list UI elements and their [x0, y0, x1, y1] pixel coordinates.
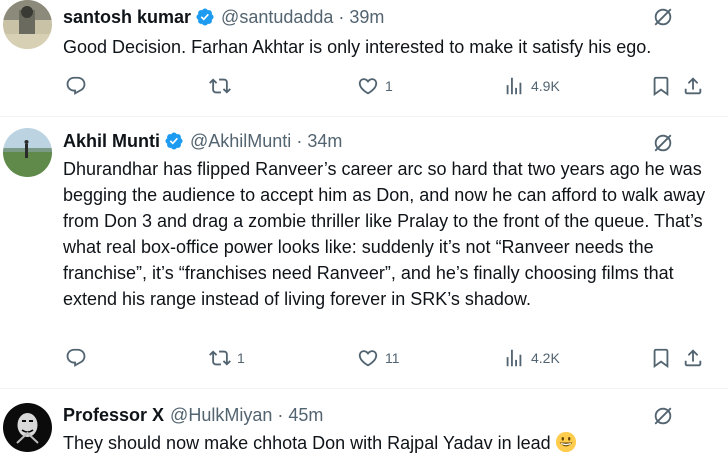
tweet-actions: 1 4.9K: [63, 72, 728, 100]
tweet-header: Akhil Munti @AkhilMunti · 34m: [63, 128, 728, 154]
grinning-face-emoji: [555, 431, 576, 453]
avatar[interactable]: [3, 0, 52, 49]
like-count: 1: [385, 78, 393, 94]
bookmark-button[interactable]: [650, 344, 672, 372]
share-icon: [682, 75, 704, 97]
share-button[interactable]: [682, 72, 704, 100]
grok-icon[interactable]: [652, 405, 674, 427]
bookmark-button[interactable]: [650, 72, 672, 100]
avatar[interactable]: [3, 403, 52, 452]
tweet-actions: 1 11 4.2K: [63, 344, 728, 372]
views-button[interactable]: 4.9K: [503, 72, 560, 100]
share-button[interactable]: [682, 344, 704, 372]
tweet-header: santosh kumar @santudadda · 39m: [63, 4, 728, 30]
reply-icon: [65, 347, 87, 369]
bookmark-icon: [650, 347, 672, 369]
verified-badge-icon[interactable]: [195, 7, 215, 27]
repost-button[interactable]: 1: [209, 344, 245, 372]
grok-icon[interactable]: [652, 132, 674, 154]
tweet-text: Dhurandhar has flipped Ranveer’s career …: [63, 159, 706, 309]
tweet-card[interactable]: Professor X @HulkMiyan · 45m They should…: [0, 388, 728, 471]
author-handle[interactable]: @santudadda: [221, 7, 333, 28]
like-button[interactable]: 1: [357, 72, 393, 100]
tweet-card[interactable]: santosh kumar @santudadda · 39m Good Dec…: [0, 0, 728, 117]
author-name[interactable]: Professor X: [63, 405, 164, 426]
heart-icon: [357, 347, 379, 369]
view-count: 4.9K: [531, 78, 560, 94]
reply-button[interactable]: [65, 344, 87, 372]
separator: ·: [296, 130, 303, 151]
avatar[interactable]: [3, 128, 52, 177]
views-chart-icon: [503, 75, 525, 97]
author-name[interactable]: Akhil Munti: [63, 131, 160, 152]
views-button[interactable]: 4.2K: [503, 344, 560, 372]
heart-icon: [357, 75, 379, 97]
repost-count: 1: [237, 350, 245, 366]
timestamp[interactable]: 34m: [307, 131, 342, 152]
separator: ·: [277, 404, 284, 425]
timestamp[interactable]: 39m: [349, 7, 384, 28]
repost-button[interactable]: [209, 72, 231, 100]
separator: ·: [338, 6, 345, 27]
views-chart-icon: [503, 347, 525, 369]
reply-button[interactable]: [65, 72, 87, 100]
share-icon: [682, 347, 704, 369]
tweet-header: Professor X @HulkMiyan · 45m: [63, 402, 728, 428]
grok-icon[interactable]: [652, 6, 674, 28]
bookmark-icon: [650, 75, 672, 97]
author-name[interactable]: santosh kumar: [63, 7, 191, 28]
verified-badge-icon[interactable]: [164, 131, 184, 151]
view-count: 4.2K: [531, 350, 560, 366]
tweet-text: They should now make chhota Don with Raj…: [63, 433, 551, 453]
tweet-text-container: They should now make chhota Don with Raj…: [63, 430, 723, 456]
like-count: 11: [385, 350, 400, 366]
like-button[interactable]: 11: [357, 344, 400, 372]
author-handle[interactable]: @HulkMiyan: [170, 405, 272, 426]
tweet-text: Good Decision. Farhan Akhtar is only int…: [63, 37, 652, 57]
repost-icon: [209, 347, 231, 369]
repost-icon: [209, 75, 231, 97]
author-handle[interactable]: @AkhilMunti: [190, 131, 291, 152]
tweet-card[interactable]: Akhil Munti @AkhilMunti · 34m Dhurandhar…: [0, 116, 728, 389]
reply-icon: [65, 75, 87, 97]
timestamp[interactable]: 45m: [288, 405, 323, 426]
